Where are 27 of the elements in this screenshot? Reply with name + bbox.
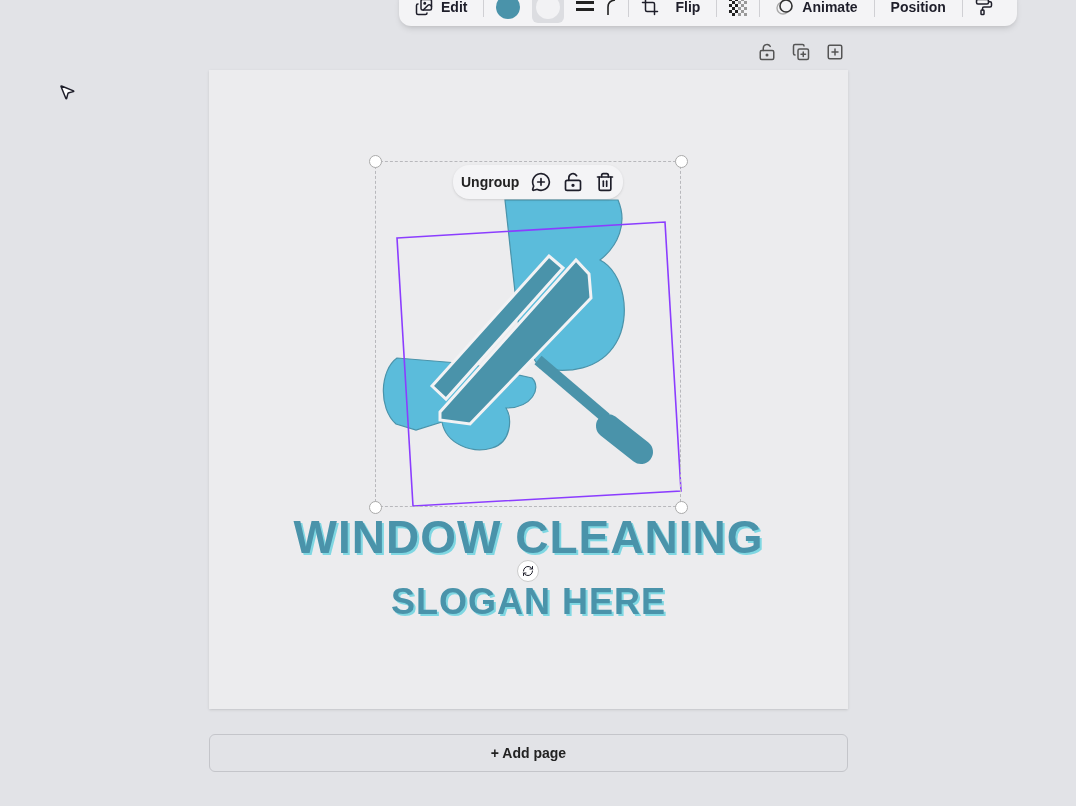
edit-button[interactable]: Edit xyxy=(411,0,472,18)
add-page-icon[interactable] xyxy=(826,43,844,61)
rotate-handle[interactable] xyxy=(517,560,539,582)
duplicate-page-icon[interactable] xyxy=(792,43,810,61)
transparency-icon[interactable] xyxy=(729,0,748,16)
paint-roller-icon[interactable] xyxy=(974,0,993,16)
resize-handle[interactable] xyxy=(675,155,688,168)
logo-title: WINDOW CLEANING xyxy=(293,516,764,558)
ungroup-button[interactable]: Ungroup xyxy=(461,171,520,193)
corner-rounding-icon[interactable] xyxy=(606,0,617,15)
position-button[interactable]: Position xyxy=(886,0,950,18)
color-swatch[interactable] xyxy=(496,0,521,19)
crop-icon[interactable] xyxy=(641,0,660,16)
resize-handle[interactable] xyxy=(675,501,688,514)
resize-handle[interactable] xyxy=(369,155,382,168)
delete-icon[interactable] xyxy=(595,172,616,192)
flip-button[interactable]: Flip xyxy=(671,0,705,18)
mouse-cursor-icon xyxy=(58,83,76,101)
animate-button[interactable]: Animate xyxy=(772,0,862,18)
add-page-button[interactable]: + Add page xyxy=(209,734,848,772)
logo-slogan: SLOGAN HERE xyxy=(391,584,666,620)
edit-image-icon xyxy=(415,0,433,16)
rotate-icon xyxy=(522,565,534,577)
lock-icon[interactable] xyxy=(563,172,584,192)
border-style-icon[interactable] xyxy=(576,0,595,14)
resize-handle[interactable] xyxy=(369,501,382,514)
comment-add-icon[interactable] xyxy=(531,172,552,192)
